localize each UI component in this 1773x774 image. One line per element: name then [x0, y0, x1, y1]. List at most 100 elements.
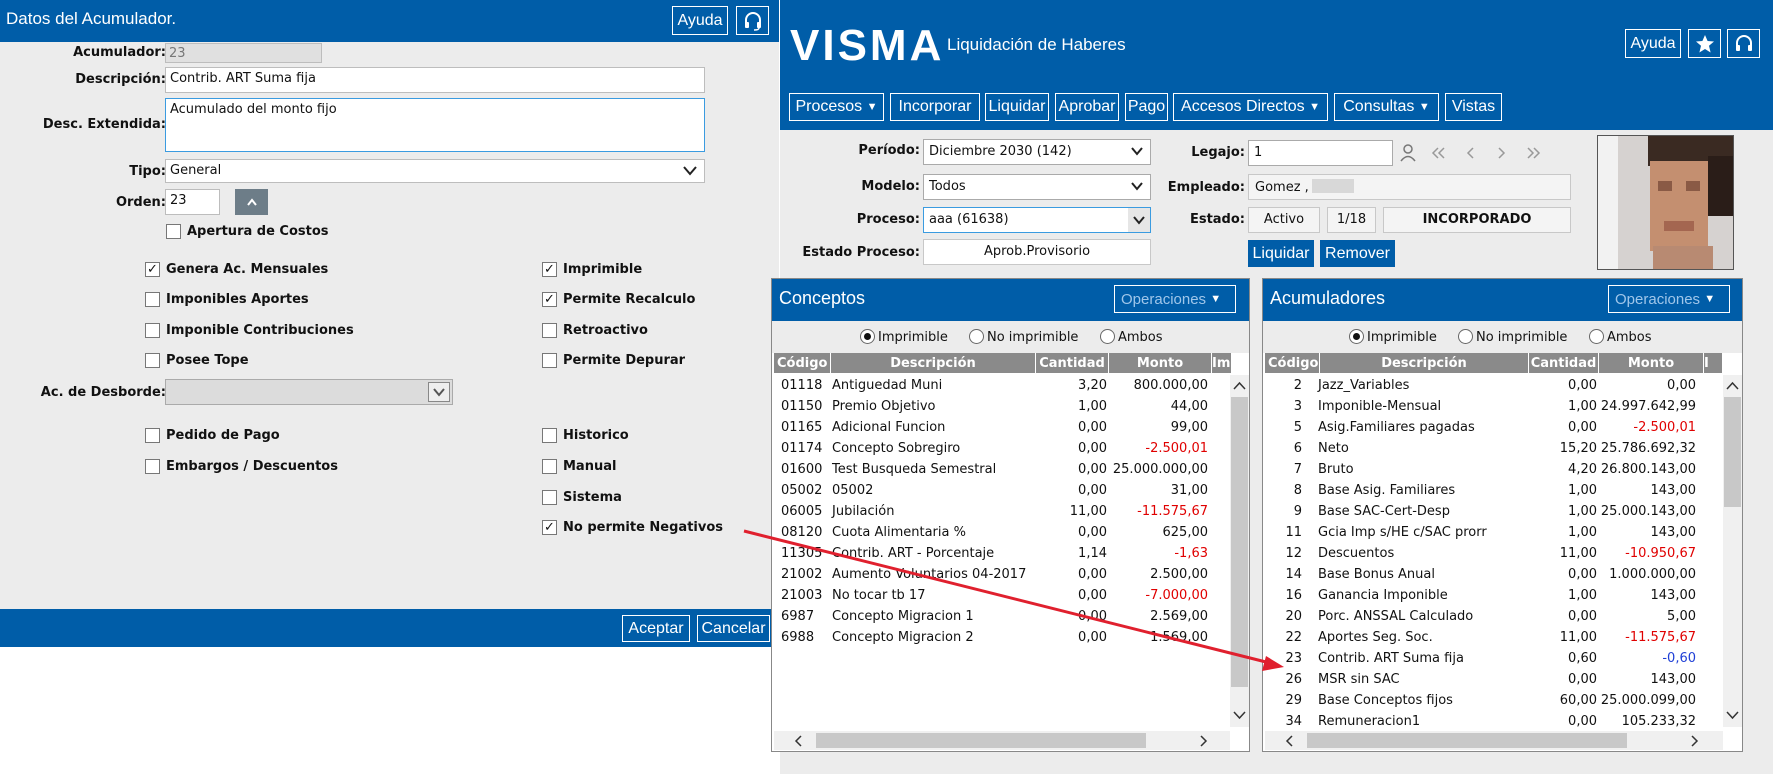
table-row[interactable]: 22 Aportes Seg. Soc. 11,00 -11.575,67 [1265, 627, 1721, 648]
permite-recalculo-checkbox[interactable]: ✓ Permite Recalculo [542, 292, 695, 307]
nav-consultas[interactable]: Consultas ▼ [1334, 93, 1439, 121]
tipo-select[interactable]: General [165, 159, 705, 183]
liquidar-button[interactable]: Liquidar [1248, 240, 1314, 267]
remover-button[interactable]: Remover [1320, 240, 1395, 267]
favorite-button[interactable] [1688, 29, 1721, 58]
help-button[interactable]: Ayuda [672, 6, 728, 35]
app-help-button[interactable]: Ayuda [1625, 29, 1681, 58]
col-monto[interactable]: Monto [1599, 353, 1704, 373]
genera-checkbox[interactable]: ✓ Genera Ac. Mensuales [145, 262, 328, 277]
nav-accesos-directos[interactable]: Accesos Directos ▼ [1173, 93, 1328, 121]
aceptar-button[interactable]: Aceptar [622, 615, 690, 642]
table-row[interactable]: 01165 Adicional Funcion 0,00 99,00 [774, 417, 1230, 438]
nav-pago[interactable]: Pago [1125, 93, 1168, 121]
table-row[interactable]: 7 Bruto 4,20 26.800.143,00 [1265, 459, 1721, 480]
col-cantidad[interactable]: Cantidad [1036, 353, 1109, 373]
app-support-button[interactable] [1727, 29, 1760, 58]
first-record-icon[interactable] [1430, 145, 1446, 161]
posee-tope-checkbox[interactable]: Posee Tope [145, 353, 249, 368]
table-row[interactable]: 01174 Concepto Sobregiro 0,00 -2.500,01 [774, 438, 1230, 459]
orden-input[interactable]: 23 [165, 189, 220, 215]
table-row[interactable]: 01150 Premio Objetivo 1,00 44,00 [774, 396, 1230, 417]
no-permite-negativos-checkbox[interactable]: ✓ No permite Negativos [542, 520, 723, 535]
table-row[interactable]: 11305 Contrib. ART - Porcentaje 1,14 -1,63 [774, 543, 1230, 564]
table-row[interactable]: 01118 Antiguedad Muni 3,20 800.000,00 [774, 375, 1230, 396]
col-descripcion[interactable]: Descripción [1320, 353, 1529, 373]
table-row[interactable]: 3 Imponible-Mensual 1,00 24.997.642,99 [1265, 396, 1721, 417]
col-extra[interactable]: Im [1212, 353, 1232, 373]
scroll-thumb[interactable] [1724, 397, 1741, 507]
scroll-thumb[interactable] [816, 733, 1146, 748]
table-row[interactable]: 21002 Aumento Voluntarios 04-2017 0,00 2.50… [774, 564, 1230, 585]
check-icon[interactable]: ✓ [542, 292, 557, 307]
embargos-checkbox[interactable]: Embargos / Descuentos [145, 459, 338, 474]
nav-vistas[interactable]: Vistas [1445, 93, 1502, 121]
col-extra[interactable]: I [1704, 353, 1723, 373]
col-codigo[interactable]: Código [1265, 353, 1320, 373]
acumuladores-operaciones-dropdown[interactable]: Operaciones ▼ [1608, 285, 1730, 313]
next-record-icon[interactable] [1494, 145, 1510, 161]
imponibles-aportes-checkbox[interactable]: Imponibles Aportes [145, 292, 309, 307]
table-row[interactable]: 29 Base Conceptos fijos 60,00 25.000.099,00 [1265, 690, 1721, 711]
nav-procesos[interactable]: Procesos ▼ [789, 93, 884, 121]
col-descripcion[interactable]: Descripción [831, 353, 1036, 373]
radio-ambos[interactable]: Ambos [1589, 329, 1652, 345]
col-monto[interactable]: Monto [1109, 353, 1212, 373]
table-row[interactable]: 6988 Concepto Migracion 2 0,00 1.569,00 [774, 627, 1230, 648]
chevron-down-icon[interactable] [1726, 711, 1739, 720]
desc-extendida-textarea[interactable]: Acumulado del monto fijo [165, 98, 705, 152]
chevron-right-icon[interactable] [1199, 735, 1208, 747]
table-row[interactable]: 01600 Test Busqueda Semestral 0,00 25.000.0… [774, 459, 1230, 480]
check-icon[interactable]: ✓ [542, 520, 557, 535]
table-row[interactable]: 9 Base SAC-Cert-Desp 1,00 25.000.143,00 [1265, 501, 1721, 522]
table-row[interactable]: 26 MSR sin SAC 0,00 143,00 [1265, 669, 1721, 690]
chevron-down-icon[interactable] [1128, 208, 1150, 232]
modelo-select[interactable]: Todos [923, 174, 1151, 200]
retroactivo-checkbox[interactable]: Retroactivo [542, 323, 648, 338]
conceptos-operaciones-dropdown[interactable]: Operaciones ▼ [1114, 285, 1236, 313]
checkbox-box[interactable] [166, 224, 181, 239]
radio-no-imprimible[interactable]: No imprimible [969, 329, 1078, 345]
table-row[interactable]: 16 Ganancia Imponible 1,00 143,00 [1265, 585, 1721, 606]
prev-record-icon[interactable] [1462, 145, 1478, 161]
radio-imprimible[interactable]: Imprimible [1349, 329, 1437, 345]
acumuladores-hscroll[interactable] [1265, 731, 1723, 750]
cancelar-button[interactable]: Cancelar [697, 615, 770, 642]
nav-aprobar[interactable]: Aprobar [1055, 93, 1119, 121]
chevron-left-icon[interactable] [794, 735, 803, 747]
col-codigo[interactable]: Código [774, 353, 831, 373]
legajo-input[interactable]: 1 [1248, 140, 1393, 166]
apertura-checkbox[interactable]: Apertura de Costos [166, 224, 329, 239]
sistema-checkbox[interactable]: Sistema [542, 490, 622, 505]
table-row[interactable]: 12 Descuentos 11,00 -10.950,67 [1265, 543, 1721, 564]
radio-imprimible[interactable]: Imprimible [860, 329, 948, 345]
table-row[interactable]: 21003 No tocar tb 17 0,00 -7.000,00 [774, 585, 1230, 606]
orden-up-button[interactable] [235, 189, 268, 215]
support-button[interactable] [736, 6, 769, 35]
chevron-up-icon[interactable] [1233, 381, 1246, 390]
imprimible-checkbox[interactable]: ✓ Imprimible [542, 262, 642, 277]
manual-checkbox[interactable]: Manual [542, 459, 616, 474]
acumuladores-vscroll[interactable] [1723, 375, 1742, 727]
col-cantidad[interactable]: Cantidad [1529, 353, 1599, 373]
desborde-select[interactable] [165, 379, 453, 405]
conceptos-hscroll[interactable] [774, 731, 1230, 750]
table-row[interactable]: 23 Contrib. ART Suma fija 0,60 -0,60 [1265, 648, 1721, 669]
table-row[interactable]: 08120 Cuota Alimentaria % 0,00 625,00 [774, 522, 1230, 543]
conceptos-vscroll[interactable] [1230, 375, 1249, 727]
table-row[interactable]: 34 Remuneracion1 0,00 105.233,32 [1265, 711, 1721, 732]
pedido-pago-checkbox[interactable]: Pedido de Pago [145, 428, 280, 443]
chevron-up-icon[interactable] [1726, 381, 1739, 390]
proceso-select[interactable]: aaa (61638) [923, 207, 1151, 233]
periodo-select[interactable]: Diciembre 2030 (142) [923, 139, 1151, 165]
scroll-thumb[interactable] [1307, 733, 1627, 748]
nav-incorporar[interactable]: Incorporar [890, 93, 980, 121]
table-row[interactable]: 11 Gcia Imp s/HE c/SAC prorr 1,00 143,00 [1265, 522, 1721, 543]
descripcion-input[interactable]: Contrib. ART Suma fija [165, 67, 705, 93]
table-row[interactable]: 6987 Concepto Migracion 1 0,00 2.569,00 [774, 606, 1230, 627]
last-record-icon[interactable] [1526, 145, 1542, 161]
radio-ambos[interactable]: Ambos [1100, 329, 1163, 345]
nav-liquidar[interactable]: Liquidar [985, 93, 1049, 121]
table-row[interactable]: 06005 Jubilación 11,00 -11.575,67 [774, 501, 1230, 522]
imponible-contribuciones-checkbox[interactable]: Imponible Contribuciones [145, 323, 354, 338]
